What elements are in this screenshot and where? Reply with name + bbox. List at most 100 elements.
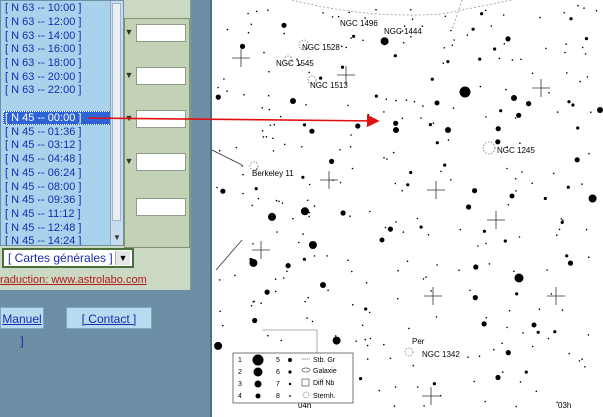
star xyxy=(251,204,253,207)
star xyxy=(355,340,357,343)
star xyxy=(531,72,534,75)
star xyxy=(395,99,397,102)
bright-star xyxy=(320,282,326,288)
star xyxy=(278,200,280,203)
star xyxy=(369,210,371,213)
label-per: Per xyxy=(412,337,425,346)
star xyxy=(306,317,308,319)
star xyxy=(218,279,221,281)
star xyxy=(339,149,341,151)
star xyxy=(430,290,432,292)
star xyxy=(413,100,416,103)
list-item[interactable]: [ N 45 -- 12:48 ] xyxy=(3,221,113,235)
star xyxy=(485,242,487,245)
param-field[interactable] xyxy=(136,110,186,128)
row-dropdown-arrow[interactable]: ▼ xyxy=(124,153,134,169)
star xyxy=(301,175,305,179)
star xyxy=(556,111,559,113)
star xyxy=(393,405,396,407)
list-item[interactable]: [ N 63 -- 16:00 ] xyxy=(3,42,113,56)
param-field[interactable] xyxy=(136,67,186,85)
list-item[interactable]: [ N 63 -- 14:00 ] xyxy=(3,29,113,43)
label-ngc1545: NGC 1545 xyxy=(276,59,314,68)
bright-star xyxy=(511,95,517,101)
param-field[interactable] xyxy=(136,198,186,216)
star xyxy=(368,311,371,314)
star xyxy=(543,196,547,201)
star xyxy=(409,170,413,175)
star xyxy=(453,39,455,41)
star xyxy=(584,366,586,368)
dso-circles xyxy=(249,39,496,357)
chart-list-dropdown[interactable]: [ N 63 -- 10:00 ] [ N 63 -- 12:00 ] [ N … xyxy=(0,0,124,246)
star xyxy=(502,14,505,16)
list-item[interactable]: [ N 45 -- 11:12 ] xyxy=(3,207,113,221)
star xyxy=(586,76,589,78)
star xyxy=(480,12,484,16)
star xyxy=(499,109,503,113)
star xyxy=(332,336,341,345)
row-dropdown-arrow[interactable]: ▼ xyxy=(124,24,134,40)
row-dropdown-arrow[interactable]: ▼ xyxy=(124,110,134,126)
star xyxy=(548,92,550,94)
list-item[interactable]: [ N 45 -- 01:36 ] xyxy=(3,125,113,139)
list-item[interactable]: [ N 63 -- 22:00 ] xyxy=(3,83,113,97)
star xyxy=(524,370,528,374)
star xyxy=(359,377,363,381)
star xyxy=(389,357,392,360)
star xyxy=(436,264,438,266)
star xyxy=(302,257,306,261)
star xyxy=(484,9,487,12)
star xyxy=(581,358,583,360)
star xyxy=(498,57,501,60)
star xyxy=(561,309,564,311)
star xyxy=(326,255,328,257)
star xyxy=(447,139,450,141)
list-item[interactable]: [ N 45 -- 04:48 ] xyxy=(3,152,113,166)
star xyxy=(243,94,245,96)
star xyxy=(583,7,585,9)
star xyxy=(369,337,372,340)
star xyxy=(386,158,388,160)
list-item[interactable]: [ N 45 -- 14:24 ] xyxy=(3,234,113,245)
star xyxy=(574,157,580,163)
star xyxy=(536,330,540,334)
list-item[interactable]: [ N 63 -- 10:00 ] xyxy=(3,1,113,15)
star xyxy=(443,47,446,49)
star xyxy=(384,226,387,229)
star xyxy=(339,181,342,184)
manual-button[interactable]: Manuel ] xyxy=(0,307,44,348)
list-item[interactable]: [ N 45 -- 08:00 ] xyxy=(3,180,113,194)
scrollbar-thumb[interactable] xyxy=(112,3,121,221)
list-item-selected[interactable]: [ N 45 -- 00:00 ] xyxy=(3,111,113,125)
legend-mag-5: 5 xyxy=(276,357,280,364)
contact-button[interactable]: [ Contact ] xyxy=(66,307,152,329)
param-field[interactable] xyxy=(136,153,186,171)
chevron-down-icon[interactable]: ▼ xyxy=(115,251,130,265)
list-item[interactable]: [ N 45 -- 03:12 ] xyxy=(3,138,113,152)
list-item-blank[interactable] xyxy=(3,97,113,111)
param-field[interactable] xyxy=(136,24,186,42)
star xyxy=(361,324,364,327)
list-scrollbar[interactable]: ▼ xyxy=(110,1,123,245)
star xyxy=(285,263,291,269)
star xyxy=(383,157,385,159)
list-item[interactable]: [ N 45 -- 09:36 ] xyxy=(3,193,113,207)
star xyxy=(501,342,503,345)
list-item[interactable]: [ N 63 -- 20:00 ] xyxy=(3,70,113,84)
star xyxy=(364,307,368,311)
star xyxy=(383,38,387,42)
row-dropdown-arrow[interactable]: ▼ xyxy=(124,67,134,83)
star xyxy=(408,327,410,330)
list-item[interactable]: [ N 45 -- 06:24 ] xyxy=(3,166,113,180)
star xyxy=(550,293,553,295)
scroll-down-icon[interactable]: ▼ xyxy=(111,231,123,245)
translation-link[interactable]: raduction: www.astrolabo.com xyxy=(0,274,147,286)
chart-category-select[interactable]: [ Cartes générales ] ▼ xyxy=(2,248,134,268)
star xyxy=(581,183,583,185)
star xyxy=(375,8,377,11)
star xyxy=(254,187,258,191)
legend-type-cluster: Stb. Gr xyxy=(313,357,336,364)
list-item[interactable]: [ N 63 -- 12:00 ] xyxy=(3,15,113,29)
list-item[interactable]: [ N 63 -- 18:00 ] xyxy=(3,56,113,70)
